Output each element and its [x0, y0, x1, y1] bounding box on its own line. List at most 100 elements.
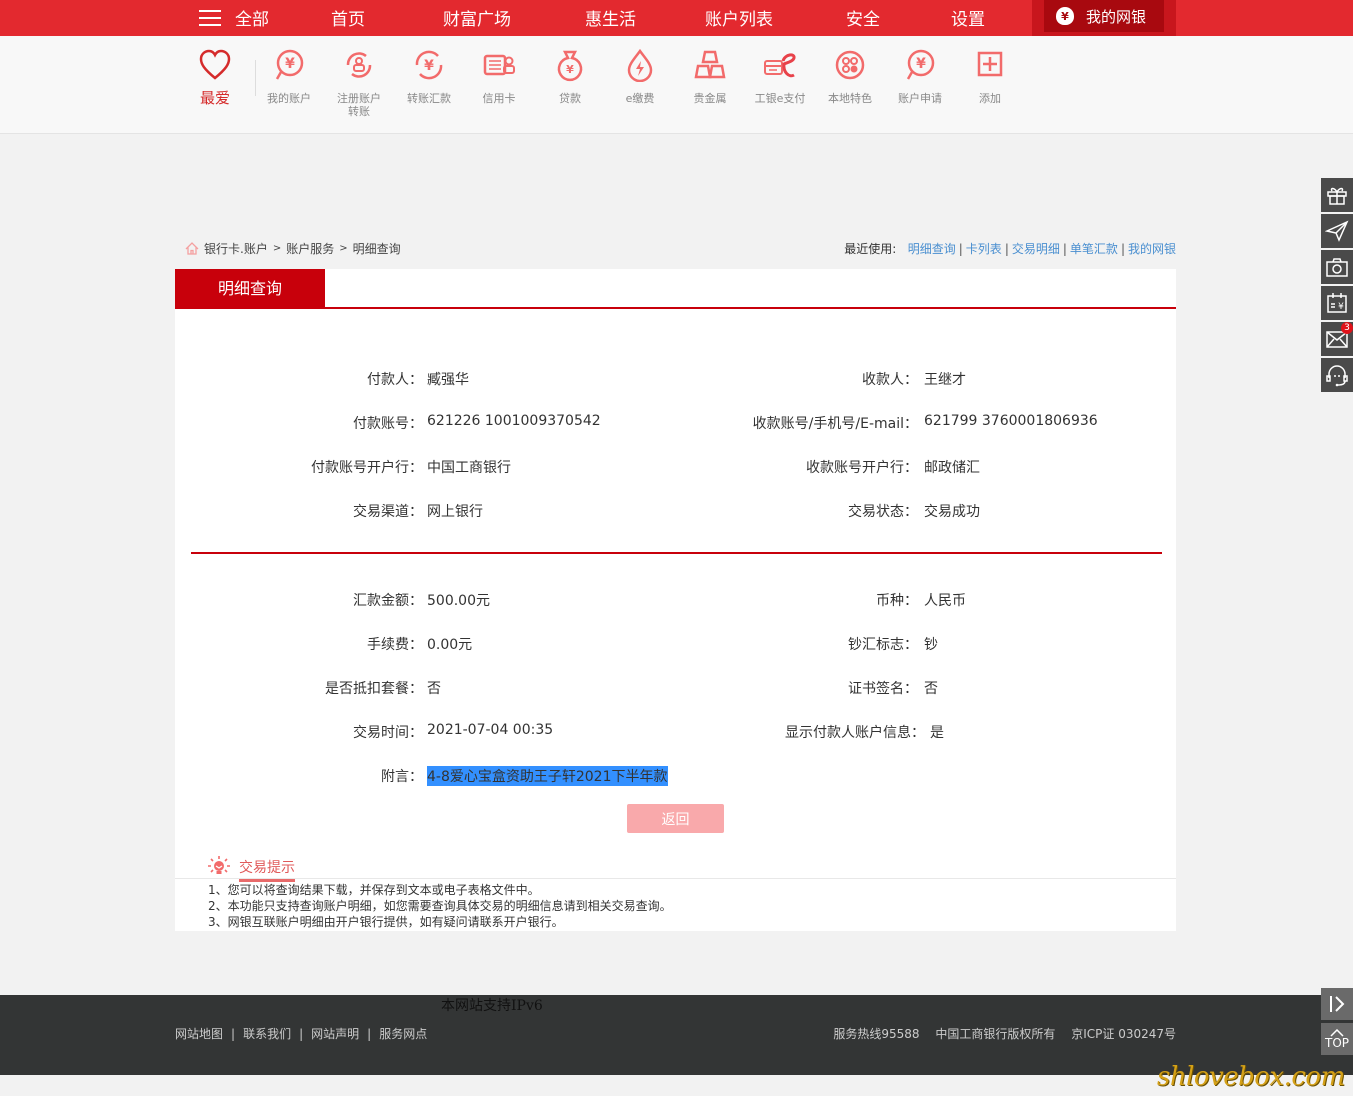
nav-security[interactable]: 安全	[846, 5, 880, 30]
field-value: 人民币	[924, 593, 966, 609]
shortcut-account-apply[interactable]: ¥ 账户申请	[885, 48, 955, 105]
recent-link[interactable]: 卡列表	[966, 242, 1002, 256]
plus-icon	[977, 51, 1003, 77]
field-value: 交易成功	[924, 504, 980, 520]
headset-icon	[1326, 365, 1348, 387]
breadcrumb: 银行卡.账户 > 账户服务 > 明细查询	[185, 240, 401, 257]
nav-all[interactable]: 全部	[235, 5, 269, 30]
recently-used: 最近使用: 明细查询 | 卡列表 | 交易明细 | 单笔汇款 | 我的网银	[844, 242, 1176, 256]
epay-icon	[764, 53, 796, 78]
watermark: shlovebox.com	[1157, 1062, 1345, 1092]
camera-icon	[1326, 258, 1348, 277]
gift-icon	[1327, 187, 1347, 205]
shortcut-icbc-epay[interactable]: 工银e支付	[745, 48, 815, 105]
my-bank-label: 我的网银	[1086, 7, 1147, 26]
footer: 本网站支持IPv6 网站地图 | 联系我们 | 网站声明 | 服务网点 服务热线95588 …	[0, 995, 1353, 1075]
field-value: 网上银行	[427, 504, 483, 520]
footer-link-sitemap[interactable]: 网站地图	[175, 1027, 223, 1041]
home-icon[interactable]	[185, 242, 199, 255]
back-button[interactable]: 返回	[627, 804, 724, 833]
tips-header: 交易提示	[175, 842, 1176, 882]
shortcut-loan[interactable]: ¥ 贷款	[535, 48, 605, 105]
field-label: 付款账号：	[353, 416, 423, 432]
footer-link-contact[interactable]: 联系我们	[243, 1027, 291, 1041]
camera-button[interactable]	[1321, 250, 1353, 284]
shortcut-label: 贷款	[559, 92, 581, 105]
nav-home[interactable]: 首页	[331, 5, 365, 30]
field-label: 手续费：	[367, 637, 423, 653]
back-to-top-button[interactable]: TOP	[1321, 1023, 1353, 1055]
field-value: 否	[924, 681, 938, 697]
shortcut-label: 最爱	[199, 89, 230, 107]
shortcut-local-features[interactable]: 本地特色	[815, 48, 885, 105]
bill-calendar-button[interactable]: ¥	[1321, 286, 1353, 320]
shortcut-transfer[interactable]: ¥ 转账汇款	[394, 48, 464, 105]
shortcut-precious-metals[interactable]: 贵金属	[675, 48, 745, 105]
top-label: TOP	[1324, 1036, 1349, 1050]
field-value: 臧强华	[427, 372, 469, 388]
shortcut-label: 工银e支付	[754, 92, 806, 105]
shortcut-label: 信用卡	[482, 92, 516, 105]
tip-item: 2、本功能只支持查询账户明细，如您需要查询具体交易的明细信息请到相关交易查询。	[208, 899, 672, 913]
transfer-icon: ¥	[415, 50, 443, 80]
shortcut-epay-fees[interactable]: e缴费	[605, 48, 675, 105]
footer-links: 网站地图 | 联系我们 | 网站声明 | 服务网点	[175, 1027, 428, 1041]
recent-link[interactable]: 单笔汇款	[1070, 242, 1118, 256]
tab-detail-query[interactable]: 明细查询	[175, 269, 325, 309]
field-label: 收款人：	[862, 372, 918, 388]
shortcut-label: 注册账户转账	[337, 92, 381, 118]
send-button[interactable]	[1321, 214, 1353, 248]
breadcrumb-separator: >	[272, 243, 282, 254]
tab-header: 明细查询	[175, 269, 1176, 309]
breadcrumb-item[interactable]: 账户服务	[286, 240, 334, 257]
footer-link-statement[interactable]: 网站声明	[311, 1027, 359, 1041]
gift-button[interactable]	[1321, 178, 1353, 212]
drop-bolt-icon	[627, 48, 653, 83]
recent-link[interactable]: 我的网银	[1128, 242, 1176, 256]
field-value: 是	[930, 725, 944, 741]
shortcut-credit-card[interactable]: 信用卡	[464, 48, 534, 105]
field-value: 2021-07-04 00:35	[427, 722, 554, 738]
footer-link-branches[interactable]: 服务网点	[379, 1027, 427, 1041]
messages-button[interactable]: 3	[1321, 322, 1353, 356]
nav-wealth[interactable]: 财富广场	[443, 5, 511, 30]
hamburger-menu-icon[interactable]	[199, 10, 221, 26]
shortcut-my-account[interactable]: ¥ 我的账户	[254, 48, 324, 105]
tips-title: 交易提示	[239, 857, 295, 882]
my-bank-button[interactable]: ¥ 我的网银	[1032, 0, 1176, 36]
field-label: 汇款金额：	[353, 593, 423, 609]
shortcut-add[interactable]: 添加	[955, 48, 1025, 105]
tip-item: 3、网银互联账户明细由开户银行提供，如有疑问请联系开户银行。	[208, 915, 564, 929]
paper-plane-icon	[1325, 220, 1349, 242]
recent-link[interactable]: 明细查询	[908, 242, 956, 256]
field-value-selected[interactable]: 4-8爱心宝盒资助王子轩2021下半年款	[427, 766, 668, 786]
tip-item: 1、您可以将查询结果下载，并保存到文本或电子表格文件中。	[208, 883, 540, 897]
side-toolbar: ¥ 3	[1321, 178, 1353, 394]
shortcut-register-transfer[interactable]: 注册账户转账	[324, 48, 394, 118]
heart-icon	[199, 49, 231, 80]
nav-settings[interactable]: 设置	[951, 5, 985, 30]
nav-life[interactable]: 惠生活	[585, 5, 636, 30]
field-label: 钞汇标志：	[848, 637, 918, 653]
shortcut-label: 贵金属	[693, 92, 727, 105]
svg-text:¥: ¥	[916, 56, 926, 72]
mail-badge: 3	[1341, 322, 1353, 334]
copyright: 中国工商银行版权所有	[935, 1027, 1056, 1041]
field-value: 钞	[924, 637, 938, 653]
section-divider	[191, 552, 1162, 554]
recent-link[interactable]: 交易明细	[1012, 242, 1060, 256]
breadcrumb-item[interactable]: 银行卡.账户	[204, 240, 268, 257]
nav-accounts[interactable]: 账户列表	[705, 5, 773, 30]
account-transfer-icon	[346, 52, 372, 78]
field-value: 王继才	[924, 372, 966, 388]
field-label: 付款账号开户行：	[311, 460, 423, 476]
field-value: 邮政储汇	[924, 460, 980, 476]
top-nav-bar: 全部 首页 财富广场 惠生活 账户列表 安全 设置 ¥ 我的网银	[0, 0, 1353, 36]
shortcut-label: 添加	[979, 92, 1001, 105]
field-value: 621799 3760001806936	[924, 413, 1098, 429]
collapse-arrow-icon	[1330, 996, 1345, 1012]
shortcut-favorite[interactable]: 最爱	[180, 48, 250, 107]
customer-service-button[interactable]	[1321, 358, 1353, 392]
breadcrumb-separator: >	[339, 243, 348, 254]
collapse-button[interactable]	[1321, 988, 1353, 1020]
